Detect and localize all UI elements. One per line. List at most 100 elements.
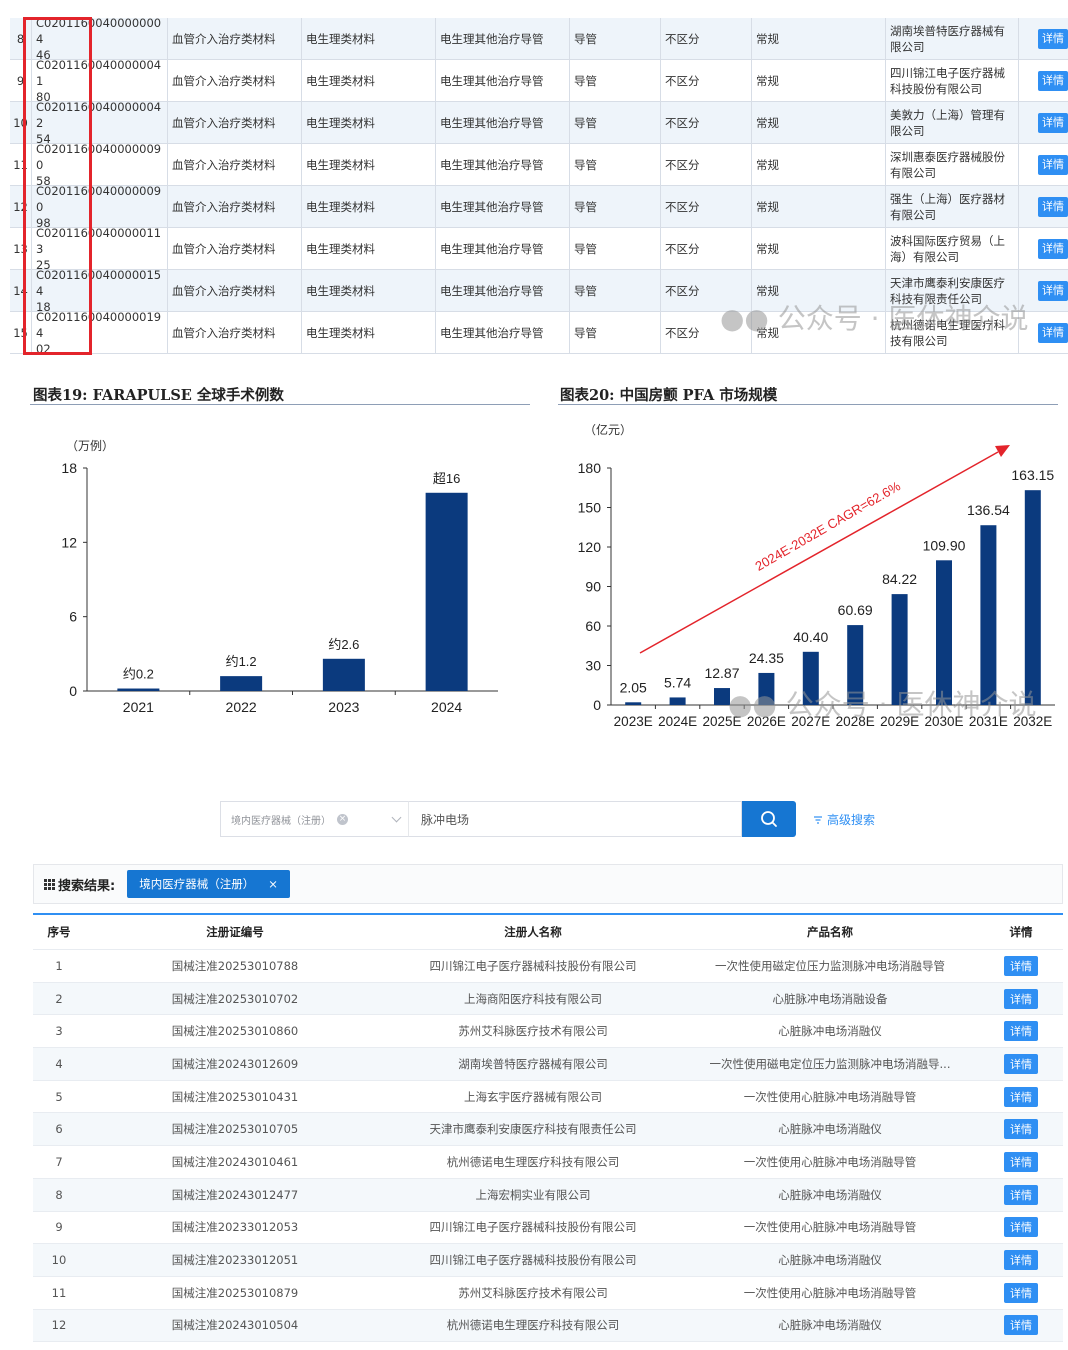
company-name: 波科国际医疗贸易（上海）有限公司: [886, 228, 1019, 269]
result-filter-tag[interactable]: 境内医疗器械（注册） ×: [127, 870, 290, 898]
spec-split: 不区分: [661, 102, 752, 143]
catalog-row: 12 C02011600400000090 98 血管介入治疗类材料 电生理类材料 电生理…: [10, 186, 1068, 228]
table-row: 2 国械注准20253010702 上海商阳医疗科技有限公司 心脏脉冲电场消融设备 详情: [33, 982, 1063, 1016]
search-button[interactable]: [742, 801, 796, 837]
table-row: 5 国械注准20253010431 上海玄宇医疗器械有限公司 一次性使用心脏脉冲电场消…: [33, 1081, 1063, 1114]
x-tick-label: 2024: [431, 699, 462, 715]
catalog-row: 8 C02011600400000004 46 血管介入治疗类材料 电生理类材料 电生理其…: [10, 18, 1068, 60]
data-label: 84.22: [882, 571, 917, 587]
chevron-down-icon[interactable]: [391, 812, 402, 823]
category-select-tag: 境内医疗器械（注册） ×: [231, 812, 348, 827]
data-label: 超16: [433, 471, 460, 486]
detail-button[interactable]: 详情: [1004, 1021, 1038, 1042]
results-table-header: 序号 注册证编号 注册人名称 产品名称 详情: [33, 915, 1063, 950]
category-level1: 血管介入治疗类材料: [168, 18, 302, 59]
detail-cell: 详情: [1019, 102, 1068, 143]
detail-button[interactable]: 详情: [1004, 1119, 1038, 1140]
x-tick-label: 2023: [328, 699, 359, 715]
detail-button[interactable]: 详情: [1038, 112, 1068, 133]
y-tick-label: 12: [61, 534, 77, 550]
detail-button[interactable]: 详情: [1038, 70, 1068, 91]
cell-cert-no: 国械注准20253010860: [171, 1024, 299, 1039]
category-level3: 电生理其他治疗导管: [436, 312, 570, 353]
detail-button[interactable]: 详情: [1004, 1184, 1038, 1205]
spec-normal: 常规: [752, 228, 886, 269]
category-level2: 电生理类材料: [302, 312, 436, 353]
data-label: 约0.2: [123, 667, 154, 682]
cell-product: 心脏脉冲电场消融仪: [778, 1122, 882, 1137]
close-icon[interactable]: ×: [268, 877, 278, 891]
detail-cell: 详情: [1019, 228, 1068, 269]
detail-button[interactable]: 详情: [1004, 1151, 1038, 1172]
detail-button[interactable]: 详情: [1038, 28, 1068, 49]
detail-cell: 详情: [1019, 60, 1068, 101]
detail-button[interactable]: 详情: [1038, 322, 1068, 343]
col-header-detail: 详情: [1009, 925, 1033, 939]
data-label: 5.74: [664, 674, 691, 690]
detail-button[interactable]: 详情: [1004, 1250, 1038, 1271]
product-type: 导管: [570, 102, 661, 143]
cell-product: 一次性使用心脏脉冲电场消融导管: [743, 1285, 917, 1300]
cell-product: 一次性使用磁定位压力监测脉冲电场消融导管: [715, 958, 945, 973]
cell-detail: 详情: [979, 1119, 1063, 1140]
product-type: 导管: [570, 60, 661, 101]
catalog-row: 13 C02011600400000113 25 血管介入治疗类材料 电生理类材料 电生理…: [10, 228, 1068, 270]
x-tick-label: 2023E: [614, 714, 653, 729]
y-tick-label: 90: [585, 579, 601, 595]
category-level3: 电生理其他治疗导管: [436, 186, 570, 227]
detail-button[interactable]: 详情: [1004, 1282, 1038, 1303]
search-input[interactable]: [408, 801, 742, 837]
detail-button[interactable]: 详情: [1004, 1086, 1038, 1107]
category-level1: 血管介入治疗类材料: [168, 228, 302, 269]
cell-index: 10: [51, 1253, 67, 1268]
cell-index: 7: [55, 1154, 63, 1169]
detail-button[interactable]: 详情: [1038, 238, 1068, 259]
cell-registrant: 四川锦江电子医疗器械科技股份有限公司: [429, 1220, 637, 1235]
chart19-plot: （万例） 0 6 12 18 约0.2 2021 约1.2 2022 约2.6 2023 超16 202…: [61, 439, 498, 715]
cell-registrant: 上海商阳医疗科技有限公司: [464, 991, 602, 1006]
data-label: 109.90: [923, 537, 966, 553]
category-level1: 血管介入治疗类材料: [168, 270, 302, 311]
table-row: 9 国械注准20233012053 四川锦江电子医疗器械科技股份有限公司 一次性使用心…: [33, 1212, 1063, 1245]
cell-detail: 详情: [979, 1021, 1063, 1042]
product-type: 导管: [570, 186, 661, 227]
category-level2: 电生理类材料: [302, 60, 436, 101]
cell-product: 心脏脉冲电场消融仪: [778, 1187, 882, 1202]
cell-registrant: 杭州德诺电生理医疗科技有限公司: [446, 1154, 620, 1169]
table-row: 4 国械注准20243012609 湖南埃普特医疗器械有限公司 一次性使用磁电定位压力…: [33, 1048, 1063, 1081]
table-row: 6 国械注准20253010705 天津市鹰泰利安康医疗科技有限责任公司 心脏脉冲电场…: [33, 1113, 1063, 1147]
advanced-search-link[interactable]: 高级搜索: [813, 811, 875, 828]
cell-product: 心脏脉冲电场消融仪: [778, 1318, 882, 1333]
search-bar: 境内医疗器械（注册） ×: [220, 801, 796, 837]
detail-button[interactable]: 详情: [1004, 1217, 1038, 1238]
cell-detail: 详情: [979, 1217, 1063, 1238]
cell-product: 一次性使用心脏脉冲电场消融导管: [743, 1089, 917, 1104]
bar: [117, 688, 160, 691]
cell-registrant: 上海宏桐实业有限公司: [475, 1187, 591, 1202]
table-row: 11 国械注准20253010879 苏州艾科脉医疗技术有限公司 一次性使用心脏脉冲电…: [33, 1277, 1063, 1310]
cell-registrant: 天津市鹰泰利安康医疗科技有限责任公司: [429, 1122, 637, 1137]
bar: [980, 525, 997, 705]
detail-button[interactable]: 详情: [1038, 196, 1068, 217]
category-level1: 血管介入治疗类材料: [168, 60, 302, 101]
category-select-value: 境内医疗器械（注册）: [231, 815, 331, 827]
category-select[interactable]: 境内医疗器械（注册） ×: [220, 801, 408, 837]
watermark-top: ●● 公众号 · 医休神介说: [720, 302, 1029, 335]
detail-button[interactable]: 详情: [1004, 988, 1038, 1009]
y-tick-label: 60: [585, 618, 601, 634]
code-highlight-box: [23, 17, 92, 355]
cell-detail: 详情: [979, 955, 1063, 976]
category-level1: 血管介入治疗类材料: [168, 102, 302, 143]
clear-icon[interactable]: ×: [337, 813, 348, 825]
cell-detail: 详情: [979, 1250, 1063, 1271]
cell-cert-no: 国械注准20253010879: [171, 1285, 299, 1300]
chart20-title: 图表20: 中国房颤 PFA 市场规模: [560, 387, 778, 404]
detail-button[interactable]: 详情: [1038, 280, 1068, 301]
cell-cert-no: 国械注准20253010705: [171, 1122, 299, 1137]
cell-index: 4: [55, 1056, 63, 1071]
detail-button[interactable]: 详情: [1004, 1053, 1038, 1074]
category-level2: 电生理类材料: [302, 228, 436, 269]
detail-button[interactable]: 详情: [1038, 154, 1068, 175]
detail-button[interactable]: 详情: [1004, 955, 1038, 976]
detail-button[interactable]: 详情: [1004, 1315, 1038, 1336]
